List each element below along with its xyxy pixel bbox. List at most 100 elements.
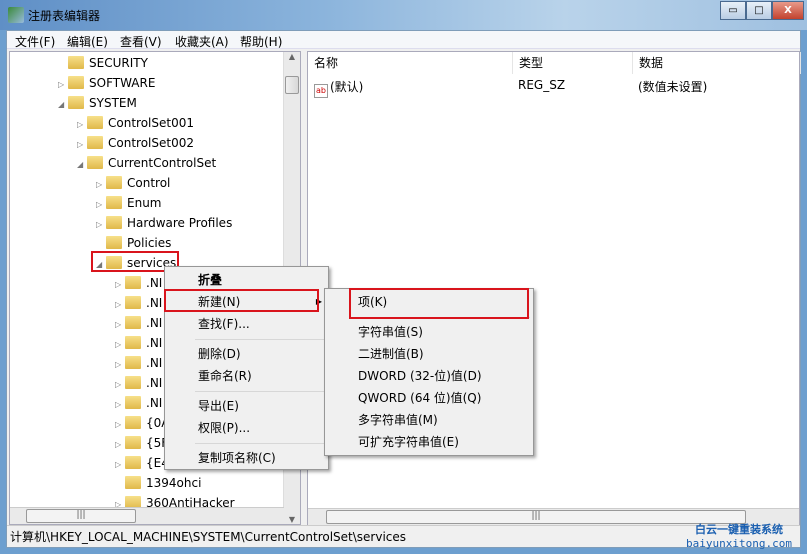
tree-item[interactable]: ▷ .NI: [115, 313, 162, 333]
tree-item[interactable]: ▷ ControlSet002: [77, 133, 194, 153]
expander-icon[interactable]: ◢: [58, 95, 68, 115]
tree-item[interactable]: ▷ .NI: [115, 293, 162, 313]
expander-icon[interactable]: ▷: [115, 415, 125, 435]
expander-icon[interactable]: ▷: [115, 295, 125, 315]
tree-item[interactable]: ▷ .NI: [115, 373, 162, 393]
scroll-up-arrow-icon[interactable]: ▲: [284, 52, 300, 61]
expander-icon[interactable]: ▷: [115, 275, 125, 295]
submenu-item-string-value[interactable]: 字符串值(S): [325, 321, 533, 343]
folder-icon: [125, 376, 141, 389]
expander-icon[interactable]: ▷: [115, 335, 125, 355]
menu-item-export[interactable]: 导出(E): [165, 395, 328, 417]
folder-icon: [125, 276, 141, 289]
tree-item-label: .NI: [146, 376, 163, 390]
expander-icon[interactable]: ▷: [115, 455, 125, 475]
tree-item[interactable]: SECURITY: [58, 53, 148, 73]
submenu-item-binary-value[interactable]: 二进制值(B): [325, 343, 533, 365]
tree-item-label: .NI: [146, 396, 163, 410]
tree-item-label: .NI: [146, 356, 163, 370]
minimize-button[interactable]: ▭: [720, 1, 746, 20]
tree-item-label: Control: [127, 176, 171, 190]
scroll-down-arrow-icon[interactable]: ▼: [284, 515, 300, 524]
column-header-data[interactable]: 数据: [633, 52, 801, 74]
expander-icon[interactable]: ▷: [96, 195, 106, 215]
tree-item[interactable]: ▷ .NI: [115, 273, 162, 293]
menu-item-collapse[interactable]: 折叠: [165, 269, 328, 291]
value-type: REG_SZ: [518, 78, 566, 92]
expander-icon[interactable]: ▷: [77, 115, 87, 135]
new-highlight-box: [164, 289, 319, 312]
submenu-item-expandable-string-value[interactable]: 可扩充字符串值(E): [325, 431, 533, 453]
value-name: (默认): [330, 80, 364, 94]
folder-icon: [87, 116, 103, 129]
folder-icon: [68, 76, 84, 89]
folder-icon: [125, 436, 141, 449]
string-value-icon: ab: [314, 84, 328, 98]
folder-icon: [87, 156, 103, 169]
tree-horizontal-scrollbar[interactable]: |||: [10, 507, 284, 524]
tree-item-label: 1394ohci: [146, 476, 202, 490]
watermark-logo: 白云一键重装系统 baiyunxitong.com: [686, 523, 792, 550]
expander-icon[interactable]: ▷: [96, 215, 106, 235]
expander-icon[interactable]: ▷: [115, 315, 125, 335]
tree-item-label: ControlSet002: [108, 136, 194, 150]
tree-item-label: Hardware Profiles: [127, 216, 233, 230]
menu-help[interactable]: 帮助(H): [240, 33, 282, 50]
folder-icon: [125, 336, 141, 349]
folder-icon: [106, 236, 122, 249]
maximize-button[interactable]: □: [746, 1, 772, 20]
menu-favorites[interactable]: 收藏夹(A): [175, 33, 229, 50]
submenu-item-qword-value[interactable]: QWORD (64 位)值(Q): [325, 387, 533, 409]
tree-item[interactable]: ▷ ControlSet001: [77, 113, 194, 133]
tree-item[interactable]: 1394ohci: [115, 473, 201, 493]
title-bar: 注册表编辑器 ▭ □ X: [0, 0, 807, 30]
folder-icon: [125, 416, 141, 429]
submenu-item-multi-string-value[interactable]: 多字符串值(M): [325, 409, 533, 431]
menu-item-find[interactable]: 查找(F)...: [165, 313, 328, 335]
expander-icon[interactable]: ▷: [115, 395, 125, 415]
tree-item[interactable]: ▷ .NI: [115, 333, 162, 353]
tree-item[interactable]: ▷ {0A: [115, 413, 169, 433]
tree-item[interactable]: ◢ CurrentControlSet: [77, 153, 216, 173]
expander-icon[interactable]: ▷: [58, 75, 68, 95]
folder-icon: [106, 216, 122, 229]
menu-item-rename[interactable]: 重命名(R): [165, 365, 328, 387]
tree-item[interactable]: ▷ Hardware Profiles: [96, 213, 232, 233]
menu-file[interactable]: 文件(F): [15, 33, 55, 50]
expander-icon[interactable]: ▷: [77, 135, 87, 155]
folder-icon: [125, 296, 141, 309]
menu-item-permissions[interactable]: 权限(P)...: [165, 417, 328, 439]
tree-item[interactable]: ▷ Enum: [96, 193, 161, 213]
column-header-type[interactable]: 类型: [513, 52, 633, 74]
tree-item[interactable]: ▷ Control: [96, 173, 170, 193]
expander-icon[interactable]: ▷: [115, 375, 125, 395]
expander-icon[interactable]: ▷: [115, 355, 125, 375]
menu-edit[interactable]: 编辑(E): [67, 33, 108, 50]
folder-icon: [68, 96, 84, 109]
menu-item-copy-key-name[interactable]: 复制项名称(C): [165, 447, 328, 469]
tree-item[interactable]: Policies: [96, 233, 171, 253]
tree-item[interactable]: ▷ .NI: [115, 353, 162, 373]
tree-item-label: SOFTWARE: [89, 76, 156, 90]
folder-icon: [87, 136, 103, 149]
tree-item-label: .NI: [146, 336, 163, 350]
tree-item[interactable]: ▷ {E4: [115, 453, 169, 473]
tree-item-label: ControlSet001: [108, 116, 194, 130]
close-button[interactable]: X: [772, 1, 804, 20]
submenu-item-dword-value[interactable]: DWORD (32-位)值(D): [325, 365, 533, 387]
tree-item[interactable]: ▷ {5F: [115, 433, 168, 453]
folder-icon: [125, 456, 141, 469]
menu-view[interactable]: 查看(V): [120, 33, 162, 50]
tree-item-label: .NI: [146, 316, 163, 330]
scroll-thumb[interactable]: [285, 76, 299, 94]
column-header-name[interactable]: 名称: [308, 52, 513, 74]
tree-item[interactable]: ▷ SOFTWARE: [58, 73, 155, 93]
expander-icon[interactable]: ◢: [77, 155, 87, 175]
tree-item[interactable]: ▷ .NI: [115, 393, 162, 413]
expander-icon[interactable]: ▷: [115, 435, 125, 455]
tree-item-label: CurrentControlSet: [108, 156, 217, 170]
menu-item-delete[interactable]: 删除(D): [165, 343, 328, 365]
tree-item-label: Enum: [127, 196, 162, 210]
expander-icon[interactable]: ▷: [96, 175, 106, 195]
tree-item[interactable]: ◢ SYSTEM: [58, 93, 137, 113]
